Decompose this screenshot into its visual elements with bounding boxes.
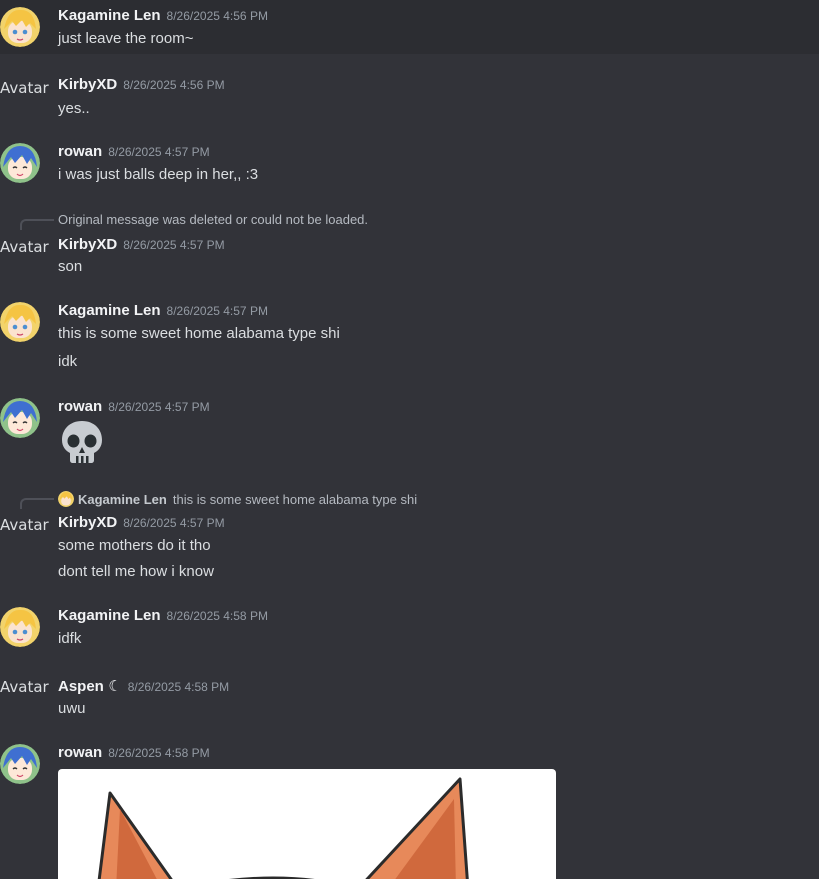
message-text: some mothers do it tho xyxy=(58,537,211,554)
message-item[interactable]: Kagamine Len 8/26/2025 4:56 PM just leave… xyxy=(0,0,819,54)
username[interactable]: rowan xyxy=(58,143,102,160)
avatar-alt-text[interactable]: Avatar xyxy=(0,678,49,696)
message-text: just leave the room~ xyxy=(58,30,194,47)
message-item[interactable]: rowan 8/26/2025 4:57 PM i was just balls … xyxy=(0,124,819,200)
message-feed: Kagamine Len 8/26/2025 4:56 PM just leave… xyxy=(0,0,819,879)
avatar[interactable] xyxy=(0,143,40,183)
username[interactable]: rowan xyxy=(58,398,102,415)
skull-emoji-icon[interactable] xyxy=(58,418,106,466)
message-item[interactable]: rowan 8/26/2025 4:58 PM xyxy=(0,736,819,879)
message-item[interactable]: Kagamine Len this is some sweet home alab… xyxy=(0,490,819,596)
message-text: dont tell me how i know xyxy=(58,563,214,580)
image-attachment[interactable] xyxy=(58,769,556,879)
reply-avatar xyxy=(58,491,74,507)
timestamp: 8/26/2025 4:58 PM xyxy=(127,680,230,694)
avatar-alt-text[interactable]: Avatar xyxy=(0,79,49,97)
message-text: idfk xyxy=(58,630,82,647)
timestamp: 8/26/2025 4:56 PM xyxy=(123,78,225,92)
timestamp: 8/26/2025 4:58 PM xyxy=(166,609,268,623)
avatar-alt-text[interactable]: Avatar xyxy=(0,516,49,534)
message-item[interactable]: Avatar Aspen ☾ 8/26/2025 4:58 PM uwu xyxy=(0,666,819,736)
timestamp: 8/26/2025 4:58 PM xyxy=(108,746,210,760)
avatar-alt-text[interactable]: Avatar xyxy=(0,238,49,256)
timestamp: 8/26/2025 4:57 PM xyxy=(123,238,225,252)
username-suffix: ☾ xyxy=(108,678,122,695)
reply-preview[interactable]: Kagamine Len this is some sweet home alab… xyxy=(58,491,417,507)
username[interactable]: Kagamine Len xyxy=(58,7,161,24)
avatar[interactable] xyxy=(0,398,40,438)
username[interactable]: Kagamine Len xyxy=(58,302,161,319)
message-text: uwu xyxy=(58,700,86,717)
avatar[interactable] xyxy=(0,607,40,647)
timestamp: 8/26/2025 4:57 PM xyxy=(108,400,210,414)
message-text: this is some sweet home alabama type shi xyxy=(58,325,340,342)
message-item[interactable]: rowan 8/26/2025 4:57 PM xyxy=(0,390,819,490)
avatar[interactable] xyxy=(0,7,40,47)
timestamp: 8/26/2025 4:57 PM xyxy=(166,304,268,318)
timestamp: 8/26/2025 4:57 PM xyxy=(108,145,210,159)
message-text: i was just balls deep in her,, :3 xyxy=(58,166,259,183)
reply-username[interactable]: Kagamine Len xyxy=(78,492,167,507)
avatar[interactable] xyxy=(0,744,40,784)
reply-text: this is some sweet home alabama type shi xyxy=(172,492,418,507)
username[interactable]: KirbyXD xyxy=(58,76,117,93)
username[interactable]: KirbyXD xyxy=(58,514,117,531)
reply-spine xyxy=(20,498,54,509)
fox-ears-image xyxy=(97,777,469,879)
message-item[interactable]: Kagamine Len 8/26/2025 4:57 PM this is so… xyxy=(0,290,819,390)
message-item[interactable]: Kagamine Len 8/26/2025 4:58 PM idfk xyxy=(0,596,819,666)
reply-spine xyxy=(20,219,54,230)
message-text: yes.. xyxy=(58,100,90,117)
reply-text: Original message was deleted or could no… xyxy=(58,212,369,227)
reply-preview[interactable]: Original message was deleted or could no… xyxy=(58,212,368,227)
message-text: idk xyxy=(58,353,78,370)
username[interactable]: rowan xyxy=(58,744,102,761)
username[interactable]: Kagamine Len xyxy=(58,607,161,624)
message-text: son xyxy=(58,258,83,275)
timestamp: 8/26/2025 4:57 PM xyxy=(123,516,225,530)
username[interactable]: KirbyXD xyxy=(58,236,117,253)
avatar[interactable] xyxy=(0,302,40,342)
username[interactable]: Aspen xyxy=(58,678,104,695)
timestamp: 8/26/2025 4:56 PM xyxy=(166,9,268,23)
message-item[interactable]: Avatar KirbyXD 8/26/2025 4:56 PM yes.. xyxy=(0,54,819,124)
message-item[interactable]: Original message was deleted or could no… xyxy=(0,200,819,290)
